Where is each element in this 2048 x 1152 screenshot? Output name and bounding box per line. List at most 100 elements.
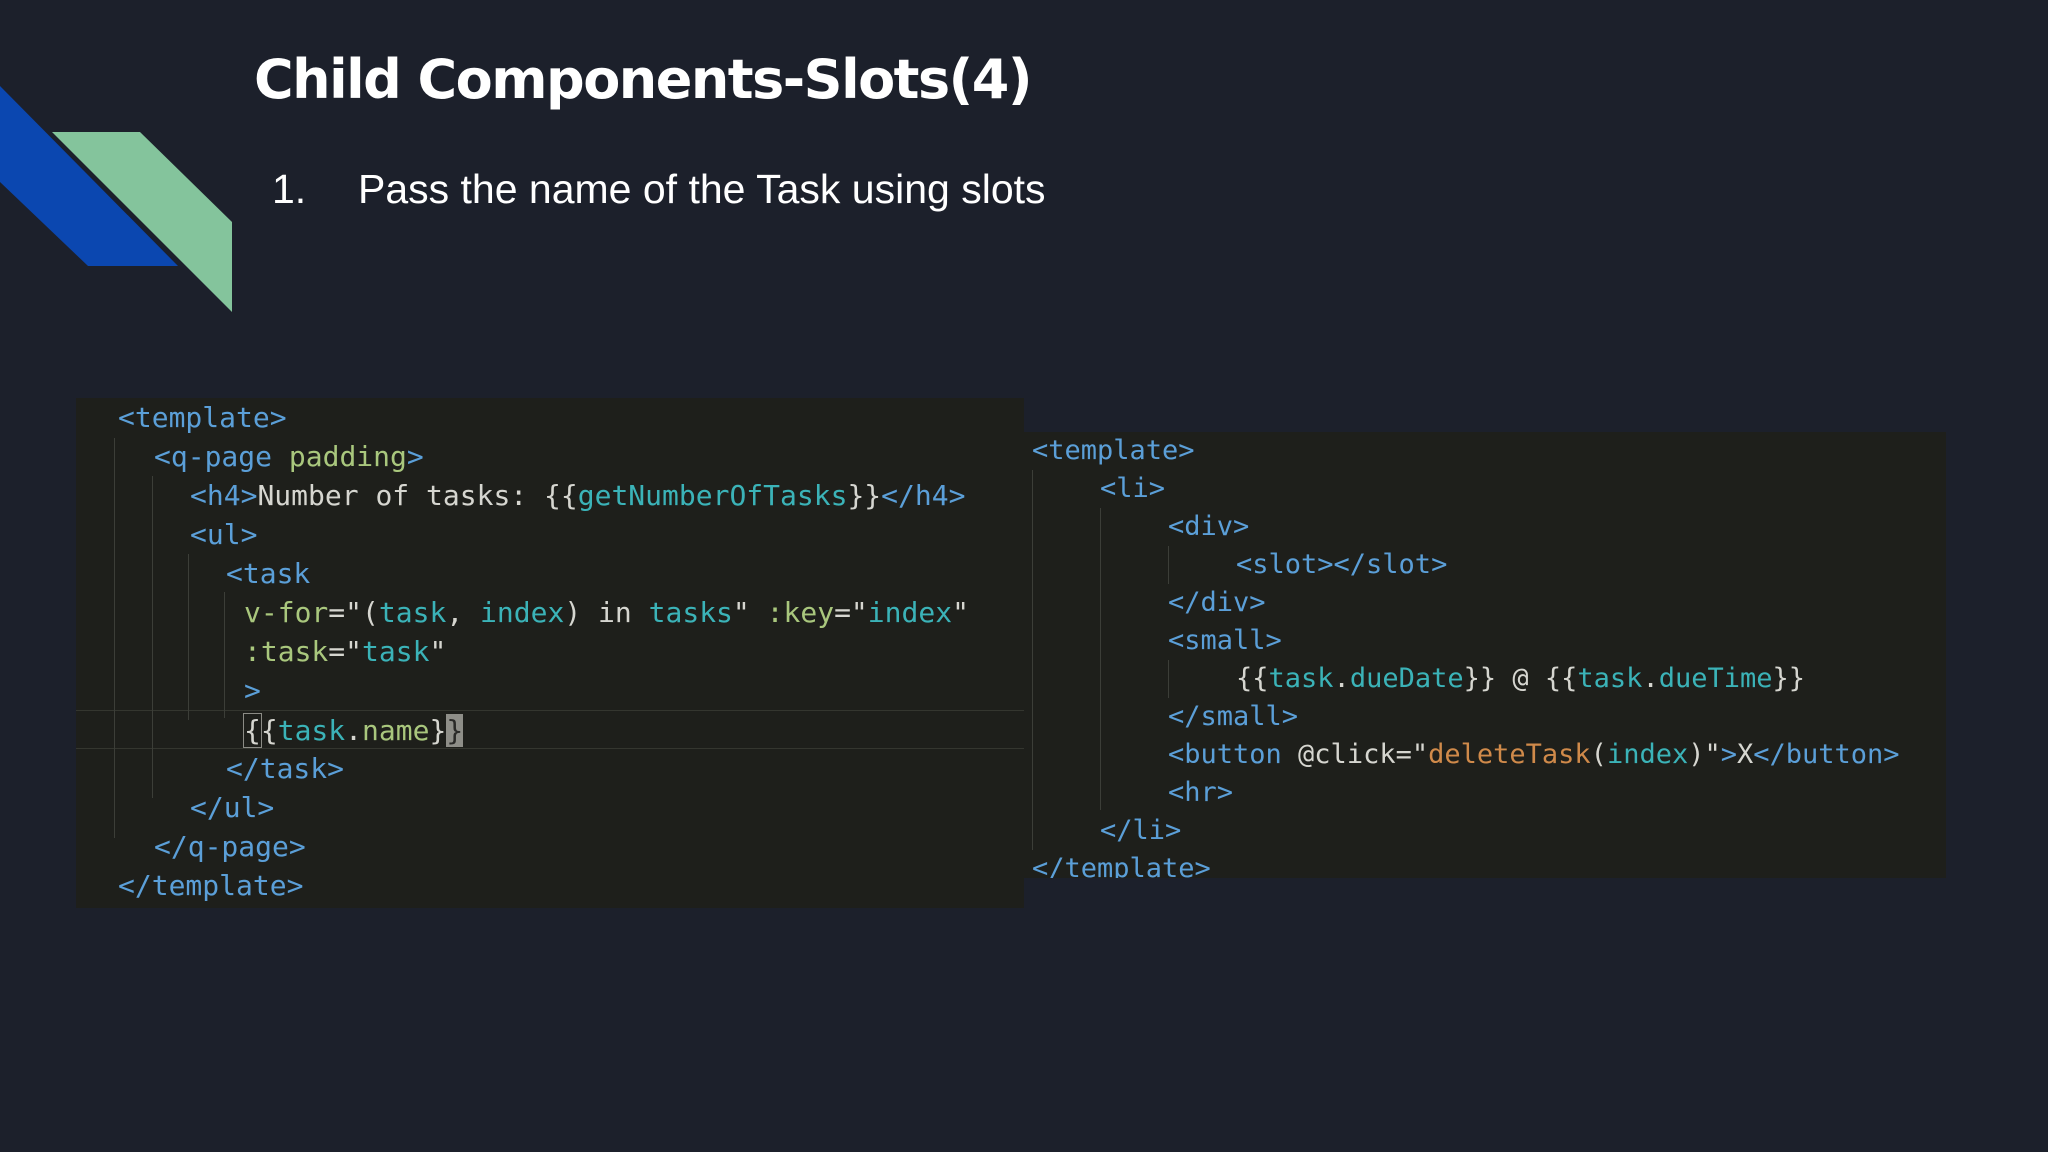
code-token: <q-page [154, 440, 273, 473]
code-line: <div> [1024, 508, 1946, 546]
code-token: <div> [1168, 511, 1250, 542]
code-token: } [446, 714, 464, 747]
code-token: { [260, 714, 278, 747]
code-token: </task> [226, 752, 345, 785]
indent-guide [1168, 660, 1169, 698]
code-token: tasks [648, 596, 733, 629]
code-token: <li> [1100, 473, 1166, 504]
indent-guide [224, 592, 225, 718]
code-token: task [378, 596, 447, 629]
code-token: @click [1298, 739, 1396, 770]
code-token: =" [1395, 739, 1429, 770]
code-token: deleteTask [1428, 739, 1591, 770]
code-token: =" [328, 635, 363, 668]
code-token: {{ [1236, 663, 1269, 694]
code-token: dueTime [1658, 663, 1773, 694]
code-token: X [1737, 739, 1754, 770]
code-token: task [1577, 663, 1643, 694]
code-token: </li> [1100, 815, 1182, 846]
code-token: </template> [1032, 853, 1211, 878]
code-line: </template> [76, 866, 1024, 905]
corner-decoration [0, 86, 232, 312]
code-token: <template> [118, 401, 287, 434]
code-token: " [429, 635, 447, 668]
code-token: ( [1590, 739, 1607, 770]
bullet-item: 1. Pass the name of the Task using slots [272, 166, 1046, 213]
code-token: )" [1688, 739, 1721, 770]
code-line: <small> [1024, 622, 1946, 660]
code-token: task [362, 635, 430, 668]
code-token: </ul> [190, 791, 275, 824]
code-token: }} [1772, 663, 1806, 694]
code-token: index [867, 596, 953, 629]
code-token: ) in [564, 596, 649, 629]
code-token: </template> [118, 869, 304, 902]
code-line: <h4>Number of tasks: {{getNumberOfTasks}… [76, 476, 1024, 515]
code-token: } [429, 714, 447, 747]
code-line: </div> [1024, 584, 1946, 622]
code-token: =" [834, 596, 868, 629]
code-line: <hr> [1024, 774, 1946, 812]
code-token: }} [847, 479, 882, 512]
code-token: </button> [1753, 739, 1900, 770]
code-token: :task [244, 635, 329, 668]
code-token: > [406, 440, 424, 473]
code-token: > [1720, 739, 1737, 770]
code-line: </ul> [76, 788, 1024, 827]
code-token: . [1642, 663, 1659, 694]
code-token: . [345, 714, 363, 747]
code-token: index [480, 596, 565, 629]
code-line: <q-page padding> [76, 437, 1024, 476]
code-line: </task> [76, 749, 1024, 788]
code-token: index [1606, 739, 1689, 770]
code-line: </small> [1024, 698, 1946, 736]
code-line: <slot></slot> [1024, 546, 1946, 584]
code-line: <template> [1024, 432, 1946, 470]
slide-title: Child Components-Slots(4) [254, 48, 1033, 111]
bullet-list: 1. Pass the name of the Task using slots [272, 166, 1046, 213]
code-token: task [1268, 663, 1334, 694]
code-line: v-for="(task, index) in tasks" :key="ind… [76, 593, 1024, 632]
code-token: }} @ {{ [1463, 663, 1578, 694]
code-token: { [243, 713, 262, 748]
code-token: > [244, 674, 261, 707]
code-token: </h4> [881, 479, 966, 512]
indent-guide [1032, 470, 1033, 850]
code-token: <small> [1168, 625, 1282, 656]
code-line: </li> [1024, 812, 1946, 850]
code-token: ="( [328, 596, 379, 629]
code-token: <button [1168, 739, 1299, 770]
code-line: </template> [1024, 850, 1946, 878]
code-line: > [76, 671, 1024, 710]
code-token: , [446, 596, 481, 629]
code-token: <slot></slot> [1236, 549, 1448, 580]
indent-guide [152, 476, 153, 798]
bullet-number: 1. [272, 166, 307, 212]
code-line: <ul> [76, 515, 1024, 554]
code-token: <hr> [1168, 777, 1234, 808]
code-token: </div> [1168, 587, 1266, 618]
bullet-text: Pass the name of the Task using slots [358, 166, 1046, 212]
code-token: <h4> [190, 479, 258, 512]
code-token: getNumberOfTasks [577, 479, 848, 512]
code-snippet-child-template: <template> <li> <div> <slot></slot> </div> <s… [1024, 432, 1946, 878]
code-token: . [1333, 663, 1350, 694]
code-snippet-parent-template: <template> <q-page padding> <h4>Number of … [76, 398, 1024, 908]
code-token: Number of tasks: {{ [257, 479, 578, 512]
indent-guide [1100, 508, 1101, 810]
code-token: dueDate [1349, 663, 1464, 694]
code-token: padding [272, 440, 407, 473]
code-line: <li> [1024, 470, 1946, 508]
indent-guide [1168, 546, 1169, 584]
code-token: v-for [244, 596, 329, 629]
code-token: <template> [1032, 435, 1195, 466]
code-token: </small> [1168, 701, 1299, 732]
code-line: {{task.name}} [76, 710, 1024, 749]
code-line: <template> [76, 398, 1024, 437]
code-line: {{task.dueDate}} @ {{task.dueTime}} [1024, 660, 1946, 698]
code-token: name [362, 714, 430, 747]
code-token: task [277, 714, 346, 747]
code-token: :key [766, 596, 835, 629]
indent-guide [188, 554, 189, 720]
code-token: </q-page> [154, 830, 306, 863]
